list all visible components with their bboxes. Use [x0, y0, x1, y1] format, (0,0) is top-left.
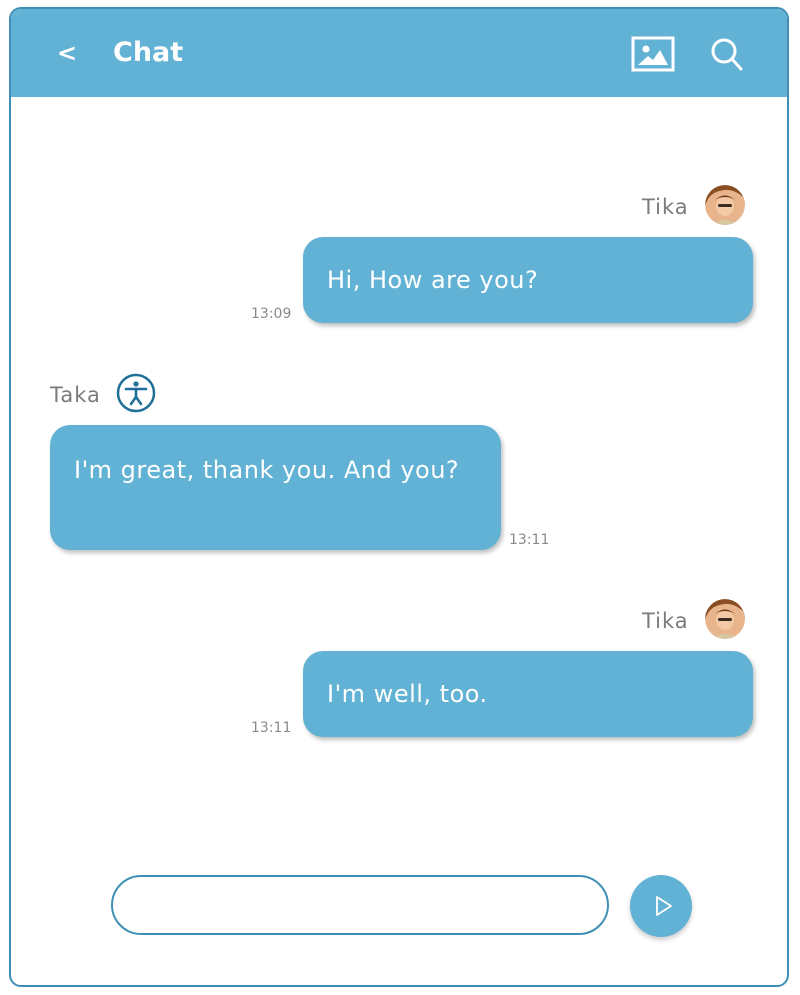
search-button[interactable]: [709, 36, 745, 72]
message-bubble: Hi, How are you?: [303, 237, 753, 323]
message-bubble: I'm great, thank you. And you?: [50, 425, 501, 550]
message-time: 13:11: [251, 720, 292, 736]
accessibility-icon: [116, 373, 156, 413]
avatar[interactable]: [116, 373, 156, 413]
chat-window: < Chat Tika Hi, How are you? 13:09 Taka …: [9, 7, 789, 987]
sender-name: Tika: [642, 195, 689, 219]
image-icon: [631, 36, 675, 72]
back-button[interactable]: <: [57, 35, 81, 71]
page-title: Chat: [113, 37, 184, 68]
message-time: 13:09: [251, 306, 292, 322]
avatar[interactable]: [705, 185, 745, 225]
search-icon: [711, 38, 743, 71]
sender-name: Tika: [642, 609, 689, 633]
play-icon: [656, 896, 672, 916]
message-text: I'm well, too.: [327, 680, 488, 708]
image-button[interactable]: [631, 36, 675, 72]
message-bubble: I'm well, too.: [303, 651, 753, 737]
message-text: I'm great, thank you. And you?: [74, 456, 460, 484]
sender-name: Taka: [50, 383, 101, 407]
photo-avatar-icon: [705, 185, 745, 225]
message-input[interactable]: [111, 875, 609, 935]
send-button[interactable]: [630, 875, 692, 937]
avatar[interactable]: [705, 599, 745, 639]
message-time: 13:11: [509, 532, 550, 548]
photo-avatar-icon: [705, 599, 745, 639]
message-text: Hi, How are you?: [327, 266, 539, 294]
chat-header: < Chat: [11, 9, 787, 97]
